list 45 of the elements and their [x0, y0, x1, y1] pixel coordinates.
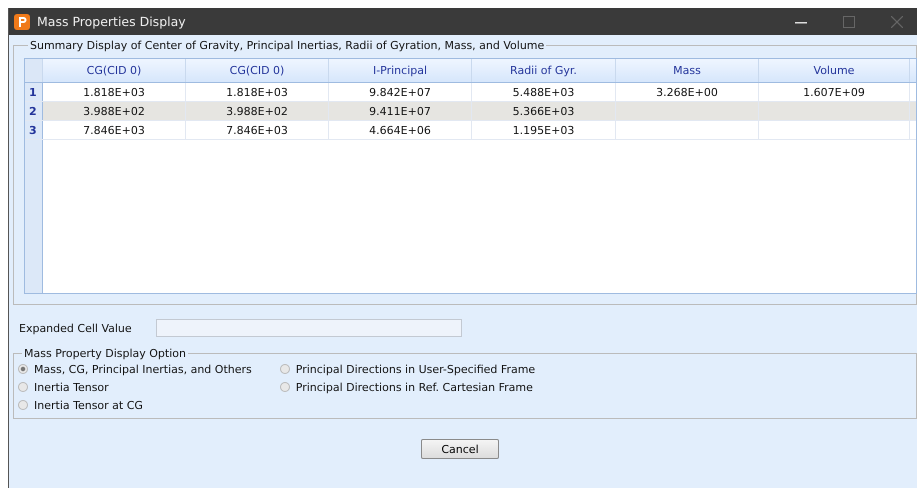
table-cell: 5.366E+03 [472, 102, 616, 120]
option-label[interactable]: Principal Directions in Ref. Cartesian Frame [296, 380, 533, 394]
column-header[interactable]: I-Principal [329, 59, 472, 82]
group-title: Summary Display of Center of Gravity, Principal Inertias, Radii of Gyration, Mass, and Volume [29, 39, 546, 52]
field-label: Expanded Cell Value [19, 322, 132, 334]
column-header[interactable]: Volume [759, 59, 910, 82]
table-row[interactable]: 3 7.846E+03 7.846E+03 4.664E+06 1.195E+03 [25, 121, 916, 140]
table-cell: 3.988E+02 [186, 102, 329, 120]
table-row[interactable]: 2 3.988E+02 3.988E+02 9.411E+07 5.366E+03 [25, 102, 916, 121]
column-header[interactable]: Radii of Gyr. [472, 59, 616, 82]
table-cell: 7.846E+03 [186, 121, 329, 139]
group-title: Mass Property Display Option [23, 347, 187, 360]
option-label[interactable]: Principal Directions in User-Specified Frame [296, 362, 536, 376]
table-cell: 4.664E+06 [329, 121, 472, 139]
row-number: 1 [25, 83, 43, 101]
table-cell: 5.488E+03 [472, 83, 616, 101]
table-cell: 7.846E+03 [43, 121, 186, 139]
row-number: 3 [25, 121, 43, 139]
expanded-cell-field[interactable] [156, 319, 462, 337]
option-label[interactable]: Inertia Tensor [34, 380, 109, 394]
radio-button[interactable] [18, 400, 28, 410]
table-cell: 1.818E+03 [43, 83, 186, 101]
radio-button[interactable] [18, 364, 28, 374]
table-cell: 1.818E+03 [186, 83, 329, 101]
option-label[interactable]: Mass, CG, Principal Inertias, and Others [34, 362, 252, 376]
column-header[interactable]: CG(CID 0) [186, 59, 329, 82]
table-cell: 1.607E+09 [759, 83, 910, 101]
cancel-button[interactable]: Cancel [421, 439, 499, 459]
header-corner [25, 59, 43, 82]
radio-button[interactable] [18, 382, 28, 392]
radio-button[interactable] [280, 364, 290, 374]
table-cell: 1.195E+03 [472, 121, 616, 139]
close-icon[interactable] [891, 16, 903, 28]
table-cell: 3.988E+02 [43, 102, 186, 120]
row-number: 2 [25, 102, 43, 120]
column-header[interactable]: CG(CID 0) [43, 59, 186, 82]
window-title: Mass Properties Display [37, 14, 186, 29]
table-cell: 3.268E+00 [616, 83, 759, 101]
table-cell: 9.842E+07 [329, 83, 472, 101]
table-cell: 9.411E+07 [329, 102, 472, 120]
option-label[interactable]: Inertia Tensor at CG [34, 398, 143, 412]
app-logo-icon [13, 12, 31, 30]
maximize-icon[interactable] [843, 16, 855, 28]
radio-button[interactable] [280, 382, 290, 392]
column-header[interactable]: Mass [616, 59, 759, 82]
